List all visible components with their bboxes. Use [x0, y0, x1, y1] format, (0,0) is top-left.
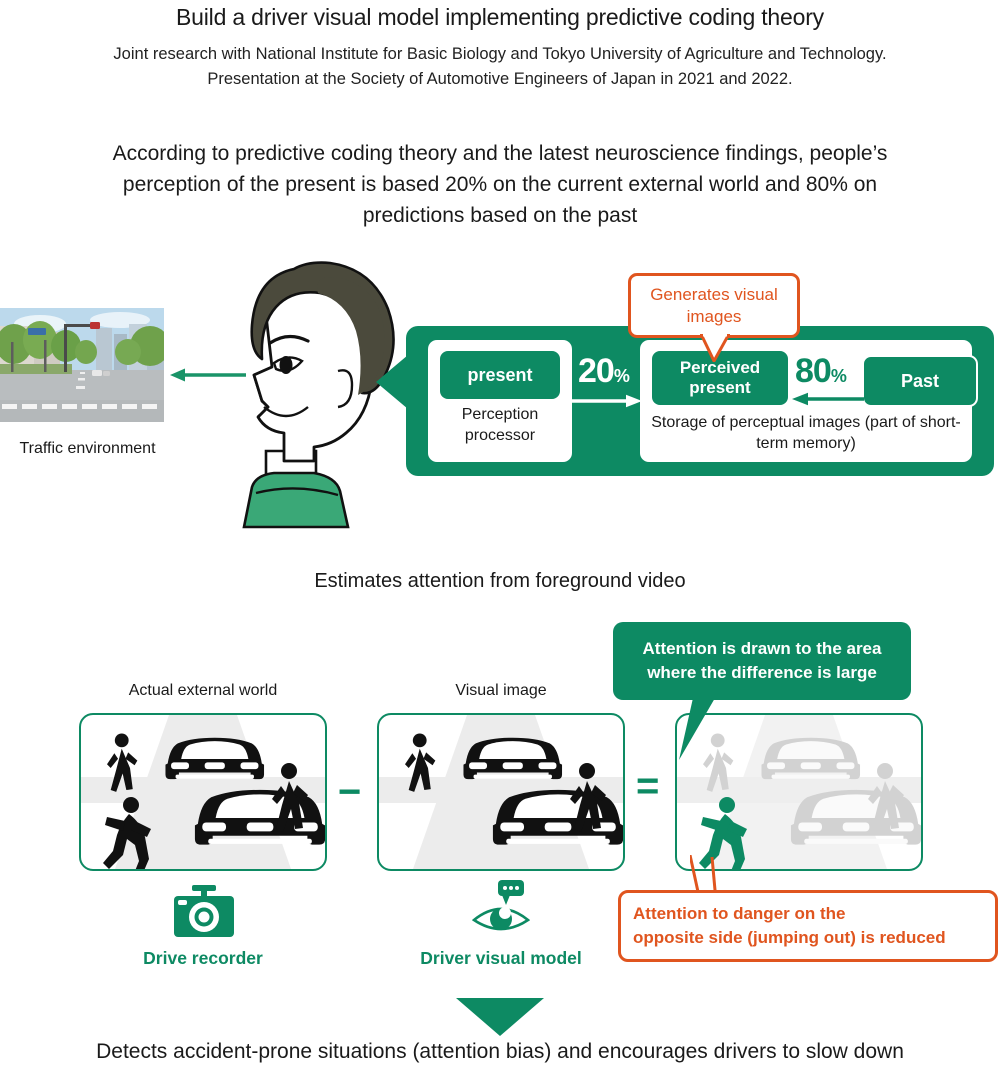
callout-attention-reduced: Attention to danger on the opposite side…	[618, 890, 998, 962]
perception-processor-card: present Perception processor	[428, 340, 572, 462]
callout-attention-drawn: Attention is drawn to the area where the…	[613, 622, 911, 700]
percent-past-symbol: %	[830, 366, 847, 386]
percent-external-world: 20%	[578, 352, 630, 391]
arrow-left-icon	[376, 355, 408, 409]
percent-external-value: 20	[578, 352, 615, 390]
traffic-environment-label: Traffic environment	[19, 440, 156, 457]
callout-generates-visual-images: Generates visual images	[628, 273, 800, 338]
percent-past-value: 80	[795, 352, 832, 390]
percent-past: 80%	[795, 352, 847, 391]
panel-label-actual-world: Actual external world	[128, 682, 278, 699]
footer-conclusion: Detects accident-prone situations (atten…	[96, 1040, 904, 1063]
triangle-down-icon	[456, 998, 544, 1036]
caption-driver-visual-model: Driver visual model	[420, 948, 582, 968]
infographic-canvas: Build a driver visual model implementing…	[0, 0, 1000, 1075]
dashcam-camera-icon	[174, 885, 234, 937]
caption-drive-recorder: Drive recorder	[143, 948, 263, 968]
estimates-attention-label: Estimates attention from foreground vide…	[314, 570, 686, 592]
arrow-left-icon	[792, 392, 864, 406]
percent-external-symbol: %	[613, 366, 630, 386]
past-chip: Past	[862, 355, 978, 407]
eye-speech-icon	[471, 880, 531, 938]
traffic-environment-photo	[0, 308, 164, 422]
page-title: Build a driver visual model implementing…	[176, 4, 824, 30]
memory-storage-caption: Storage of perceptual images (part of sh…	[651, 414, 961, 452]
callout-reduced-line-2: opposite side (jumping out) is reduced	[633, 928, 946, 947]
scene-actual-external-world	[79, 713, 327, 871]
page-subtitle: Joint research with National Institute f…	[113, 45, 887, 88]
callout-reduced-line-1: Attention to danger on the	[633, 904, 846, 923]
lede-paragraph: According to predictive coding theory an…	[112, 142, 888, 227]
callout-tail	[675, 698, 715, 762]
panel-label-visual-image: Visual image	[455, 682, 547, 699]
perception-processor-caption: Perception processor	[461, 406, 539, 444]
scene-visual-image	[377, 713, 625, 871]
operator-equals: =	[636, 764, 660, 808]
present-chip: present	[440, 351, 560, 399]
operator-minus: −	[338, 770, 362, 814]
callout-tail	[698, 331, 732, 365]
arrow-right-icon	[570, 394, 642, 408]
